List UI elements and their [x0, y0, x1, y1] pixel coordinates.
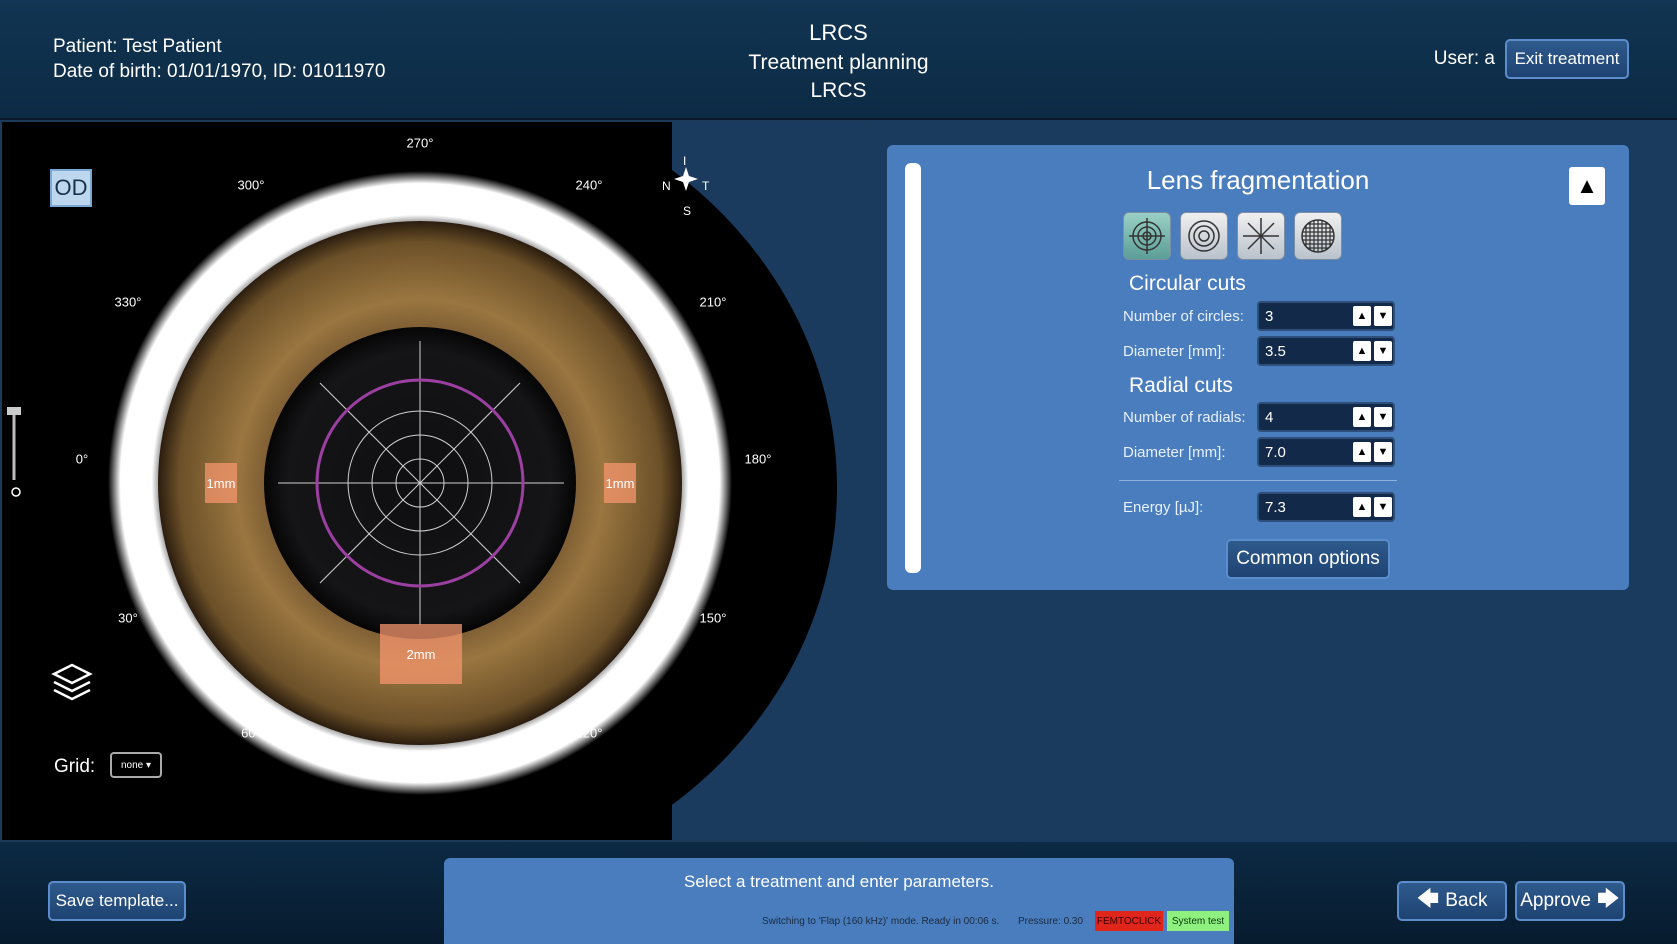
number-of-circles-label: Number of circles: — [1123, 308, 1244, 325]
degree-label: 300° — [237, 177, 265, 193]
degree-label: 270° — [406, 135, 434, 151]
degree-label: 90° — [410, 768, 430, 784]
radial-diameter-stepper[interactable]: 7.0 ▲ ▼ — [1257, 437, 1395, 467]
radial-diameter-label: Diameter [mm]: — [1123, 444, 1226, 461]
status-detail: Switching to 'Flap (160 kHz)' mode. Read… — [762, 916, 1000, 927]
arrow-left-icon: 🡄 — [1416, 886, 1440, 911]
degree-label: 30° — [118, 610, 138, 626]
increment-icon[interactable]: ▲ — [1353, 306, 1371, 326]
app-title: LRCS — [809, 20, 868, 45]
od-eye-toggle[interactable]: OD — [50, 169, 92, 207]
compass-t: T — [702, 179, 710, 193]
procedure-name: LRCS — [810, 79, 867, 102]
increment-icon[interactable]: ▲ — [1353, 497, 1371, 517]
back-button[interactable]: 🡄 Back — [1397, 881, 1507, 921]
layers-icon[interactable] — [51, 663, 93, 701]
crosshair-circles-icon[interactable] — [1123, 212, 1171, 260]
grid-circle-icon[interactable] — [1294, 212, 1342, 260]
save-template-button[interactable]: Save template... — [48, 881, 186, 921]
degree-label: 330° — [114, 294, 142, 310]
compass-i: I — [683, 154, 687, 168]
approve-button[interactable]: Approve 🡆 — [1515, 881, 1625, 921]
decrement-icon[interactable]: ▼ — [1374, 442, 1392, 462]
incision-mark-bottom[interactable]: 2mm — [380, 624, 462, 684]
circular-cuts-heading: Circular cuts — [1129, 272, 1246, 295]
compass-s: S — [683, 204, 692, 218]
grid-select[interactable]: none ▾ — [110, 752, 162, 778]
header-bar: Patient: Test Patient Date of birth: 01/… — [0, 0, 1677, 120]
number-of-circles-value[interactable]: 3 — [1265, 308, 1273, 325]
compass-n: N — [662, 179, 671, 193]
number-of-radials-stepper[interactable]: 4 ▲ ▼ — [1257, 402, 1395, 432]
degree-label: 240° — [575, 177, 603, 193]
panel-scrollbar[interactable] — [905, 163, 921, 573]
footer-bar: Save template... Select a treatment and … — [0, 842, 1677, 944]
system-test-badge: System test — [1167, 911, 1229, 931]
decrement-icon[interactable]: ▼ — [1374, 407, 1392, 427]
grid-label: Grid: — [54, 756, 96, 777]
exit-treatment-button[interactable]: Exit treatment — [1505, 39, 1629, 79]
eye-image — [7, 167, 732, 795]
circle-diameter-stepper[interactable]: 3.5 ▲ ▼ — [1257, 336, 1395, 366]
eye-viewer[interactable]: OD I N T S 270° 300° 240° 330° 210° 0° 1… — [0, 120, 870, 842]
approve-label: Approve — [1520, 890, 1592, 911]
degree-label: 60° — [241, 725, 261, 741]
degree-label: 180° — [744, 451, 772, 467]
brightness-slider[interactable] — [7, 407, 21, 497]
incision-mark-left[interactable]: 1mm — [205, 463, 237, 503]
energy-label: Energy [µJ]: — [1123, 499, 1204, 516]
decrement-icon[interactable]: ▼ — [1374, 497, 1392, 517]
divider — [1119, 480, 1397, 481]
decrement-icon[interactable]: ▼ — [1374, 341, 1392, 361]
circle-diameter-value[interactable]: 3.5 — [1265, 343, 1286, 360]
femtoclick-badge: FEMTOCLICK — [1095, 911, 1163, 931]
degree-label: 210° — [699, 294, 727, 310]
radial-diameter-value[interactable]: 7.0 — [1265, 444, 1286, 461]
degree-label: 0° — [75, 451, 89, 467]
degree-label: 150° — [699, 610, 727, 626]
status-message: Select a treatment and enter parameters. — [684, 872, 994, 891]
user-label: User: a — [1433, 48, 1495, 69]
increment-icon[interactable]: ▲ — [1353, 341, 1371, 361]
compass-star-icon — [674, 167, 698, 191]
decrement-icon[interactable]: ▼ — [1374, 306, 1392, 326]
page-title: Treatment planning — [748, 51, 929, 74]
energy-value[interactable]: 7.3 — [1265, 499, 1286, 516]
number-of-radials-value[interactable]: 4 — [1265, 409, 1273, 426]
pressure-readout: Pressure: 0.30 — [1018, 916, 1084, 927]
degree-label: 120° — [575, 725, 603, 741]
status-panel: Select a treatment and enter parameters.… — [444, 858, 1234, 944]
radial-star-icon[interactable] — [1237, 212, 1285, 260]
back-label: Back — [1445, 890, 1488, 911]
collapse-icon[interactable]: ▲ — [1569, 167, 1605, 205]
arrow-right-icon: 🡆 — [1597, 886, 1620, 911]
number-of-circles-stepper[interactable]: 3 ▲ ▼ — [1257, 301, 1395, 331]
energy-stepper[interactable]: 7.3 ▲ ▼ — [1257, 492, 1395, 522]
panel-title: Lens fragmentation — [1146, 165, 1370, 195]
increment-icon[interactable]: ▲ — [1353, 407, 1371, 427]
increment-icon[interactable]: ▲ — [1353, 442, 1371, 462]
number-of-radials-label: Number of radials: — [1123, 409, 1246, 426]
lens-fragmentation-panel: Lens fragmentation ▲ Circular cuts Numbe… — [887, 145, 1629, 590]
circle-diameter-label: Diameter [mm]: — [1123, 343, 1226, 360]
radial-cuts-heading: Radial cuts — [1129, 374, 1233, 397]
common-options-button[interactable]: Common options — [1226, 539, 1390, 579]
concentric-circles-icon[interactable] — [1180, 212, 1228, 260]
incision-mark-right[interactable]: 1mm — [604, 463, 636, 503]
